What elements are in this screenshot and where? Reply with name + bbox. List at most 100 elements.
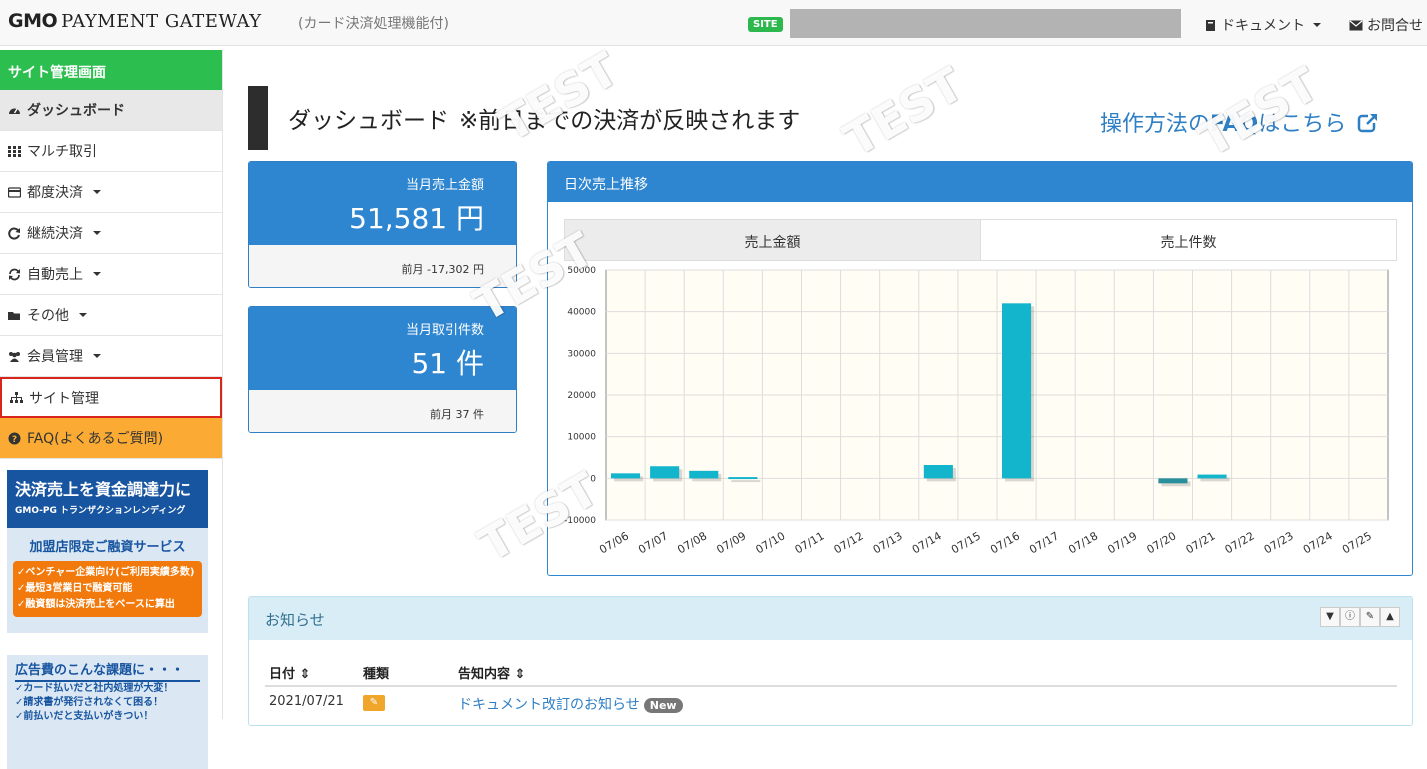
sidebar-item-site-admin[interactable]: サイト管理 [0,377,222,418]
external-link-icon [1358,113,1379,133]
transaction-count-prev: 前月 37 件 [249,390,516,432]
notice-type: ✎ [363,694,385,711]
chart-bar [1002,303,1032,479]
sidebar-item-label: マルチ取引 [27,144,97,160]
repeat-icon [8,227,20,239]
sales-amount-prev: 前月 -17,302 円 [249,245,516,287]
contact-link[interactable]: お問合せ [1349,15,1423,35]
sidebar-item-autosales[interactable]: 自動売上 [0,254,222,295]
y-tick-label: 0 [590,474,596,484]
x-tick-label: 07/18 [1066,529,1100,556]
info-icon[interactable]: ⓘ [1340,607,1360,627]
sidebar-title: サイト管理画面 [0,50,222,90]
sidebar-item-onetime[interactable]: 都度決済 [0,172,222,213]
chevron-down-icon [79,313,87,317]
y-tick-label: -10000 [564,516,596,526]
document-menu[interactable]: ドキュメント [1205,15,1321,35]
ad-cost-banner[interactable]: 広告費のこんな課題に・・・ ✓カード払いだと社内処理が大変！ ✓請求書が発行され… [7,655,208,769]
chevron-down-icon [93,354,101,358]
x-tick-label: 07/19 [1105,529,1139,556]
sort-icon: ⇕ [514,667,526,682]
chart-bar [1158,478,1188,484]
lending-banner[interactable]: 決済売上を資金調達力に GMO-PG トランザクションレンディング 加盟店限定ご… [7,470,208,633]
sidebar-item-other[interactable]: その他 [0,295,222,336]
faq-link-pre: 操作方法の [1100,112,1211,137]
sidebar-item-label: サイト管理 [29,390,99,407]
bar-shadow [731,480,761,483]
sidebar-item-faq[interactable]: ? FAQ(よくあるご質問) [0,418,222,459]
tab-sales-amount[interactable]: 売上金額 [565,220,981,260]
envelope-icon [1349,20,1363,30]
lending-banner-points: ✓ベンチャー企業向け(ご利用実績多数) ✓最短3営業日で融資可能 ✓融資額は決済… [13,561,202,617]
col-date-label: 日付 [269,667,296,682]
logo-gmo-text: GMO [8,10,58,32]
ad-banner-point: ✓カード払いだと社内処理が大変！ [15,683,174,694]
x-tick-label: 07/08 [675,529,709,556]
lending-banner-headline: 加盟店限定ご融資サービス [29,540,186,555]
sidebar-item-recurring[interactable]: 継続決済 [0,213,222,254]
warning-icon[interactable]: ▲ [1380,607,1400,627]
x-tick-label: 07/15 [949,529,983,556]
wrench-icon: ✎ [363,695,385,711]
book-icon [1206,19,1215,31]
wrench-icon[interactable]: ✎ [1360,607,1380,627]
lending-point: ✓ベンチャー企業向け(ご利用実績多数) [17,567,195,578]
notice-content[interactable]: ドキュメント改訂のお知らせ New [458,694,683,714]
sidebar-item-label: 会員管理 [27,349,83,365]
document-menu-label: ドキュメント [1221,18,1305,34]
chevron-down-icon [93,272,101,276]
col-header-content[interactable]: 告知内容 ⇕ [458,663,525,682]
new-badge: New [643,698,683,713]
sidebar-item-label: ダッシュボード [27,103,125,119]
x-tick-label: 07/14 [910,529,944,556]
page-title-note: ※前日までの決済が反映されます [459,108,801,134]
page-title-accent [248,86,268,150]
sidebar-item-dashboard[interactable]: ダッシュボード [0,90,222,131]
table-header-divider [265,685,1397,687]
x-tick-label: 07/20 [1144,529,1178,556]
notice-link[interactable]: ドキュメント改訂のお知らせ [458,697,640,713]
faq-link-post: はこちら [1258,112,1347,137]
y-tick-label: 30000 [567,349,596,359]
filter-icon[interactable]: ▼ [1320,607,1340,627]
chevron-down-icon [93,231,101,235]
lending-point: ✓最短3営業日で融資可能 [17,583,133,594]
x-tick-label: 07/11 [793,529,827,556]
tab-sales-count[interactable]: 売上件数 [981,220,1396,260]
faq-link[interactable]: 操作方法のFAQはこちら [1100,106,1379,138]
col-header-date[interactable]: 日付 ⇕ [269,663,310,682]
lending-point: ✓融資額は決済売上をベースに算出 [17,599,175,610]
sidebar-item-multi[interactable]: マルチ取引 [0,131,222,172]
transaction-count-card: 当月取引件数 51 件 前月 37 件 [248,306,517,433]
ad-banner-point: ✓前払いだと支払いがきつい！ [15,711,154,722]
ad-banner-point: ✓請求書が発行されなくて困る！ [15,697,164,708]
test-watermark: TEST [835,56,973,168]
x-tick-label: 07/12 [832,529,866,556]
gmo-logo[interactable]: GMO PAYMENT GATEWAY [8,10,262,32]
chart-bar [611,473,641,479]
x-tick-label: 07/24 [1301,529,1335,556]
y-tick-label: 40000 [567,308,596,318]
page-title-text: ダッシュボード [288,108,449,134]
dashboard-icon [9,108,20,114]
daily-sales-chart: 50000400003000020000100000-1000007/06 07/… [564,266,1389,556]
col-content-label: 告知内容 [458,667,511,682]
grid-icon [8,145,21,157]
transaction-count-value: 51 件 [411,347,484,380]
site-badge: SITE [748,17,783,32]
chart-bar [728,477,758,480]
notice-title: お知らせ [249,597,1412,640]
x-tick-label: 07/25 [1340,529,1374,556]
x-tick-label: 07/23 [1262,529,1296,556]
chart-tabs: 売上金額 売上件数 [564,219,1397,261]
page-title: ダッシュボード ※前日までの決済が反映されます [288,101,800,135]
x-tick-label: 07/09 [714,529,748,556]
daily-sales-panel: 日次売上推移 売上金額 売上件数 50000 40000 30000 20000 100… [547,161,1413,576]
notice-date: 2021/07/21 [269,694,344,709]
site-name-redacted [790,9,1181,38]
card-icon [8,186,21,198]
sales-amount-card: 当月売上金額 51,581 円 前月 -17,302 円 [248,161,517,288]
sidebar-item-members[interactable]: 会員管理 [0,336,222,377]
folder-icon [8,311,20,320]
y-tick-label: 20000 [567,391,596,401]
